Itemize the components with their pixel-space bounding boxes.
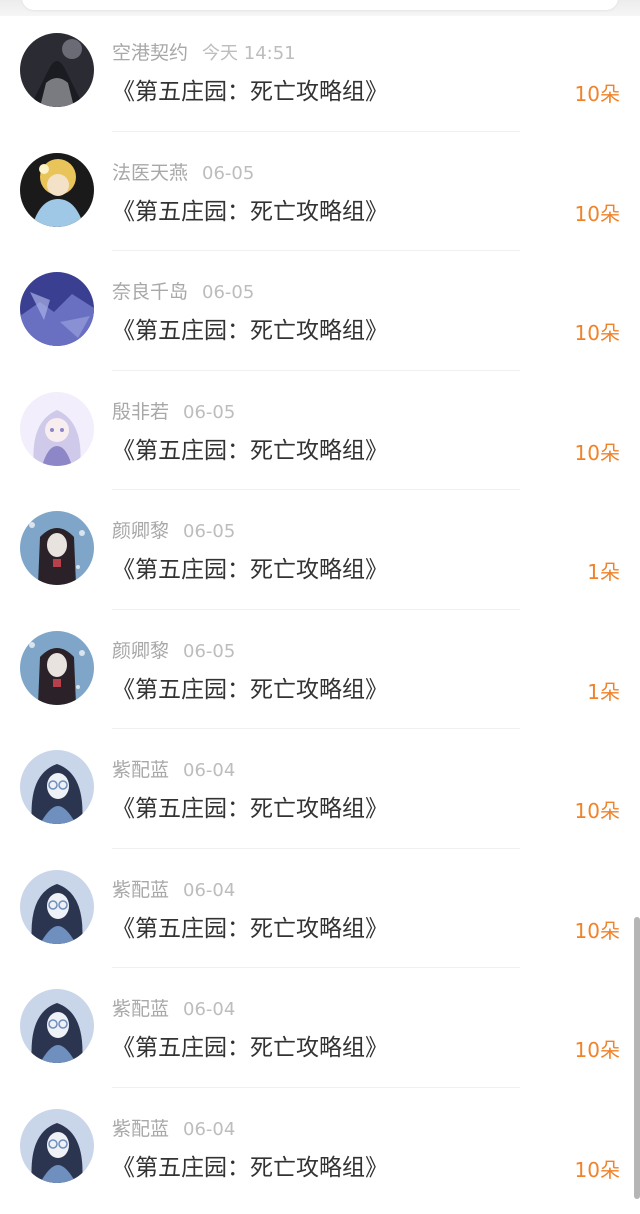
username[interactable]: 紫配蓝 — [112, 759, 169, 781]
timestamp: 06-04 — [183, 760, 236, 781]
username[interactable]: 颜卿黎 — [112, 640, 169, 662]
list-item[interactable]: 殷非若 06-05 《第五庄园：死亡攻略组》 10朵 — [0, 371, 640, 490]
username[interactable]: 殷非若 — [112, 401, 169, 423]
gift-amount: 10朵 — [574, 82, 620, 106]
gift-amount: 10朵 — [574, 918, 620, 943]
timestamp: 06-05 — [183, 640, 236, 662]
gift-amount: 1朵 — [587, 679, 620, 704]
top-card — [22, 0, 618, 10]
gift-amount: 1朵 — [587, 560, 620, 584]
gift-amount: 10朵 — [574, 1157, 620, 1182]
book-title[interactable]: 《第五庄园：死亡攻略组》 — [112, 431, 388, 465]
avatar-anime-glasses-icon — [20, 869, 94, 944]
timestamp: 06-05 — [202, 162, 255, 184]
gift-amount: 10朵 — [574, 799, 620, 823]
item-meta: 法医天燕 06-05 — [112, 158, 254, 185]
book-title[interactable]: 《第五庄园：死亡攻略组》 — [112, 192, 388, 226]
list-item[interactable]: 紫配蓝 06-04 《第五庄园：死亡攻略组》 10朵 — [0, 968, 640, 1088]
username[interactable]: 紫配蓝 — [112, 1118, 169, 1140]
timestamp: 06-05 — [183, 401, 236, 423]
avatar-anime-glasses-icon — [20, 1108, 94, 1183]
avatar-anime-darkhair-icon — [20, 511, 94, 585]
list-item[interactable]: 紫配蓝 06-04 《第五庄园：死亡攻略组》 10朵 — [0, 729, 640, 849]
book-title[interactable]: 《第五庄园：死亡攻略组》 — [112, 1028, 388, 1062]
book-title[interactable]: 《第五庄园：死亡攻略组》 — [112, 670, 388, 704]
avatar-anime-darkhair-icon — [20, 630, 94, 705]
user-avatar[interactable] — [20, 989, 94, 1063]
gift-record-list: 空港契约 今天 14:51 《第五庄园：死亡攻略组》 10朵 法医天燕 06-05 … — [0, 12, 640, 1207]
user-avatar[interactable] — [20, 630, 94, 705]
timestamp: 06-05 — [202, 282, 255, 303]
item-meta: 颜卿黎 06-05 — [112, 636, 235, 663]
username[interactable]: 紫配蓝 — [112, 998, 169, 1020]
list-item[interactable]: 紫配蓝 06-04 《第五庄园：死亡攻略组》 10朵 — [0, 1088, 640, 1208]
timestamp: 06-05 — [183, 521, 236, 542]
list-item[interactable]: 奈良千岛 06-05 《第五庄园：死亡攻略组》 10朵 — [0, 251, 640, 371]
timestamp: 今天 14:51 — [202, 43, 296, 64]
list-item[interactable]: 颜卿黎 06-05 《第五庄园：死亡攻略组》 1朵 — [0, 490, 640, 610]
username[interactable]: 法医天燕 — [112, 162, 188, 184]
item-meta: 奈良千岛 06-05 — [112, 277, 254, 304]
book-title[interactable]: 《第五庄园：死亡攻略组》 — [112, 909, 388, 943]
book-title[interactable]: 《第五庄园：死亡攻略组》 — [112, 550, 388, 584]
book-title[interactable]: 《第五庄园：死亡攻略组》 — [112, 311, 388, 345]
avatar-anime-silver-icon — [20, 391, 94, 466]
item-meta: 紫配蓝 06-04 — [112, 875, 235, 902]
user-avatar[interactable] — [20, 511, 94, 585]
list-item[interactable]: 空港契约 今天 14:51 《第五庄园：死亡攻略组》 10朵 — [0, 12, 640, 132]
username[interactable]: 奈良千岛 — [112, 281, 188, 303]
item-meta: 殷非若 06-05 — [112, 397, 235, 424]
username[interactable]: 紫配蓝 — [112, 879, 169, 901]
gift-amount: 10朵 — [574, 440, 620, 465]
user-avatar[interactable] — [20, 33, 94, 107]
avatar-anime-blonde-icon — [20, 152, 94, 227]
avatar-dark-figure-icon — [20, 33, 94, 107]
list-item[interactable]: 法医天燕 06-05 《第五庄园：死亡攻略组》 10朵 — [0, 132, 640, 251]
item-meta: 紫配蓝 06-04 — [112, 755, 235, 782]
item-meta: 紫配蓝 06-04 — [112, 1114, 235, 1141]
user-avatar[interactable] — [20, 869, 94, 944]
item-meta: 空港契约 今天 14:51 — [112, 38, 296, 65]
user-avatar[interactable] — [20, 1108, 94, 1183]
user-avatar[interactable] — [20, 750, 94, 824]
list-item[interactable]: 颜卿黎 06-05 《第五庄园：死亡攻略组》 1朵 — [0, 610, 640, 729]
list-item[interactable]: 紫配蓝 06-04 《第五庄园：死亡攻略组》 10朵 — [0, 849, 640, 968]
gift-amount: 10朵 — [574, 1038, 620, 1062]
item-meta: 颜卿黎 06-05 — [112, 516, 235, 543]
avatar-anime-glasses-icon — [20, 989, 94, 1063]
book-title[interactable]: 《第五庄园：死亡攻略组》 — [112, 1148, 388, 1182]
item-meta: 紫配蓝 06-04 — [112, 994, 235, 1021]
book-title[interactable]: 《第五庄园：死亡攻略组》 — [112, 789, 388, 823]
gift-amount: 10朵 — [574, 201, 620, 226]
timestamp: 06-04 — [183, 1118, 236, 1140]
username[interactable]: 颜卿黎 — [112, 520, 169, 542]
timestamp: 06-04 — [183, 999, 236, 1020]
book-title[interactable]: 《第五庄园：死亡攻略组》 — [112, 72, 388, 106]
gift-amount: 10朵 — [574, 321, 620, 345]
user-avatar[interactable] — [20, 152, 94, 227]
avatar-anime-glasses-icon — [20, 750, 94, 824]
username[interactable]: 空港契约 — [112, 42, 188, 64]
user-avatar[interactable] — [20, 272, 94, 346]
timestamp: 06-04 — [183, 879, 236, 901]
avatar-blue-scene-icon — [20, 272, 94, 346]
user-avatar[interactable] — [20, 391, 94, 466]
scrollbar[interactable] — [634, 917, 640, 1199]
